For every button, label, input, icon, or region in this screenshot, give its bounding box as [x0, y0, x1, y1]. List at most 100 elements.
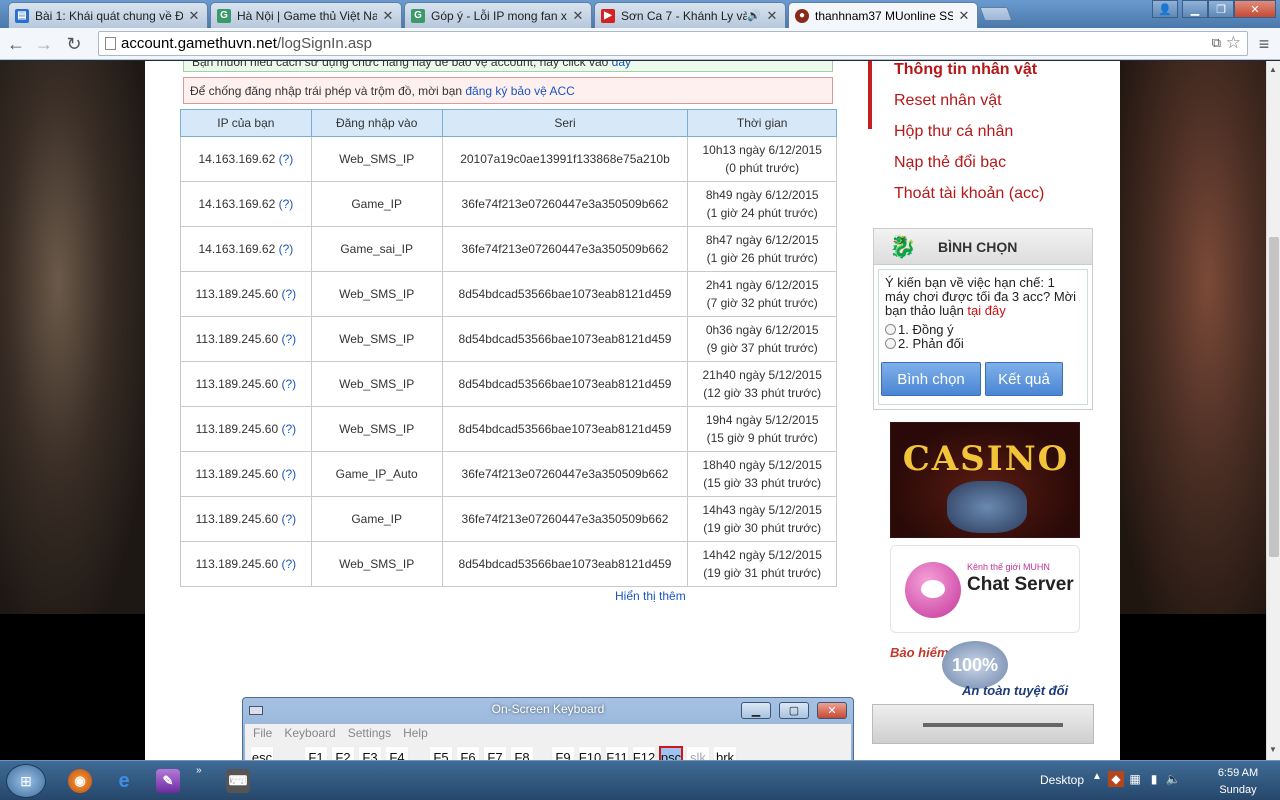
sidebar-item-character-info[interactable]: Thông tin nhân vật [894, 61, 1037, 79]
tray-network-icon[interactable]: ▦ [1127, 771, 1143, 787]
cell-time: 18h40 ngày 5/12/2015 (15 giờ 33 phút trướ… [687, 451, 837, 497]
tray-battery-icon[interactable]: ▮ [1146, 771, 1162, 787]
g-icon: G [411, 8, 425, 23]
restore-button[interactable]: ❐ [1208, 0, 1234, 18]
time-value: 14h42 ngày 5/12/2015 [702, 548, 822, 562]
cell-ip: 113.189.245.60 (?) [180, 361, 312, 407]
ip-info-link[interactable]: (?) [279, 242, 294, 256]
menu-icon[interactable]: ≡ [1252, 32, 1276, 56]
address-bar[interactable]: account.gamethuvn.net/logSignIn.asp ⧉ ☆ [98, 31, 1248, 56]
chat-server-banner[interactable]: Kênh thế giới MUHN Chat Server [890, 545, 1080, 633]
minimize-button[interactable]: ▁ [1182, 0, 1208, 18]
ip-info-link[interactable]: (?) [281, 467, 296, 481]
ip-info-link[interactable]: (?) [281, 422, 296, 436]
reload-icon[interactable]: ↻ [62, 32, 86, 56]
osk-menu-keyboard[interactable]: Keyboard [284, 724, 335, 742]
osk-maximize-button[interactable]: ▢ [779, 702, 809, 719]
tray-app-icon[interactable]: ◆ [1108, 771, 1124, 787]
ip-value: 113.189.245.60 [195, 287, 279, 301]
forward-arrow-icon[interactable]: → [32, 32, 56, 56]
back-arrow-icon[interactable]: ← [4, 32, 28, 56]
insurance-banner[interactable]: Bảo hiểm đồ 100% An toàn tuyệt đối [890, 641, 1080, 703]
sidebar-item-reset-character[interactable]: Reset nhân vật [894, 92, 1002, 110]
close-icon[interactable]: ✕ [381, 8, 395, 24]
ip-info-link[interactable]: (?) [281, 557, 296, 571]
cell-seri: 8d54bdcad53566bae1073eab8121d459 [441, 271, 689, 317]
time-ago: (19 giờ 31 phút trước) [703, 566, 822, 580]
osk-close-button[interactable]: ✕ [817, 702, 847, 719]
ip-value: 113.189.245.60 [195, 512, 279, 526]
osk-taskbar-icon[interactable]: ⌨ [226, 769, 250, 793]
ip-info-link[interactable]: (?) [281, 332, 296, 346]
cell-ip: 113.189.245.60 (?) [180, 271, 312, 317]
browser-tab[interactable]: ▤ Bài 1: Khái quát chung về Đ ✕ [8, 2, 208, 28]
cell-login-to: Web_SMS_IP [310, 136, 443, 182]
vote-button[interactable]: Bình chọn [881, 362, 981, 396]
close-icon[interactable]: ✕ [187, 8, 201, 24]
cell-login-to: Game_sai_IP [310, 226, 443, 272]
osk-minimize-button[interactable]: ▁ [741, 702, 771, 719]
translate-icon[interactable]: ⧉ [1212, 35, 1221, 51]
internet-explorer-icon[interactable]: e [112, 769, 136, 793]
poll-option[interactable]: 2. Phản đối [885, 336, 1081, 351]
ip-info-link[interactable]: (?) [281, 287, 296, 301]
sidebar-item-inbox[interactable]: Hộp thư cá nhân [894, 123, 1013, 141]
show-more-link[interactable]: Hiển thị thêm [615, 589, 686, 603]
desktop-toolbar-label[interactable]: Desktop [1040, 773, 1084, 787]
tray-volume-icon[interactable]: 🔈 [1165, 771, 1181, 787]
cell-time: 0h36 ngày 6/12/2015 (9 giờ 37 phút trước) [687, 316, 837, 362]
close-icon[interactable]: ✕ [765, 8, 779, 24]
ip-value: 113.189.245.60 [195, 467, 279, 481]
poll-box: 🐉 BÌNH CHỌN Ý kiến bạn về việc hạn chế: … [873, 228, 1093, 410]
more-chevron-icon[interactable]: » [196, 765, 202, 776]
show-hidden-icons-chevron[interactable]: ▲ [1092, 771, 1102, 782]
firefox-icon[interactable]: ◉ [68, 769, 92, 793]
onenote-icon[interactable]: ✎ [156, 769, 180, 793]
close-icon[interactable]: ✕ [957, 8, 971, 24]
register-protection-link[interactable]: đăng ký bảo vệ ACC [465, 84, 574, 98]
casino-characters-image [947, 481, 1027, 533]
taskbar: ⊞ ◉ e ✎ » ⌨ Desktop ▲ ◆ ▦ ▮ 🔈 6:59 AM Su… [0, 760, 1280, 800]
scroll-down-icon[interactable]: ▼ [1269, 745, 1277, 754]
browser-tab[interactable]: G Hà Nội | Game thủ Việt Nam ✕ [210, 2, 402, 28]
cell-seri: 36fe74f213e07260447e3a350509b662 [441, 451, 689, 497]
cell-ip: 14.163.169.62 (?) [180, 226, 312, 272]
radio-button[interactable] [885, 323, 896, 335]
ip-value: 113.189.245.60 [195, 422, 279, 436]
clock[interactable]: 6:59 AM Sunday [1206, 765, 1270, 799]
insurance-subtitle: An toàn tuyệt đối [962, 683, 1069, 698]
poll-option[interactable]: 1. Đồng ý [885, 322, 1081, 337]
ip-info-link[interactable]: (?) [281, 377, 296, 391]
window-close-button[interactable]: ✕ [1234, 0, 1276, 18]
result-button[interactable]: Kết quả [985, 362, 1063, 396]
browser-toolbar: ← → ↻ account.gamethuvn.net/logSignIn.as… [0, 28, 1280, 60]
scrollbar-thumb[interactable] [1269, 237, 1279, 557]
ip-info-link[interactable]: (?) [279, 197, 294, 211]
table-row: 113.189.245.60 (?) Web_SMS_IP 8d54bdcad535… [180, 406, 837, 452]
help-link[interactable]: đây [612, 61, 631, 69]
poll-discuss-link[interactable]: tại đây [967, 303, 1005, 318]
g-icon: G [217, 8, 231, 23]
sidebar-item-logout[interactable]: Thoát tài khoản (acc) [894, 185, 1044, 203]
start-button[interactable]: ⊞ [6, 764, 46, 798]
radio-button[interactable] [885, 337, 896, 349]
browser-tab[interactable]: G Góp ý - Lỗi IP mong fan xem ✕ [404, 2, 592, 28]
cell-login-to: Web_SMS_IP [310, 541, 443, 587]
browser-tab-active[interactable]: ● thanhnam37 MUonline SS4 ✕ [788, 2, 978, 28]
casino-banner[interactable]: CASINO [890, 422, 1080, 538]
osk-menu-settings[interactable]: Settings [348, 724, 391, 742]
ip-info-link[interactable]: (?) [279, 152, 294, 166]
close-icon[interactable]: ✕ [571, 8, 585, 24]
user-icon[interactable]: 👤 [1152, 0, 1178, 18]
star-icon[interactable]: ☆ [1226, 33, 1241, 53]
time-value: 8h47 ngày 6/12/2015 [705, 233, 819, 247]
sidebar-item-topup[interactable]: Nạp thẻ đổi bạc [894, 154, 1006, 172]
osk-menu-file[interactable]: File [253, 724, 272, 742]
browser-tab[interactable]: ▶ Sơn Ca 7 - Khánh Ly và n 🔊 ✕ [594, 2, 786, 28]
vertical-scrollbar[interactable]: ▲ ▼ [1266, 61, 1280, 760]
new-tab-button[interactable] [979, 7, 1013, 21]
scroll-up-icon[interactable]: ▲ [1269, 65, 1277, 74]
system-tray: ◆ ▦ ▮ 🔈 [1108, 771, 1181, 787]
osk-menu-help[interactable]: Help [403, 724, 428, 742]
ip-info-link[interactable]: (?) [281, 512, 296, 526]
